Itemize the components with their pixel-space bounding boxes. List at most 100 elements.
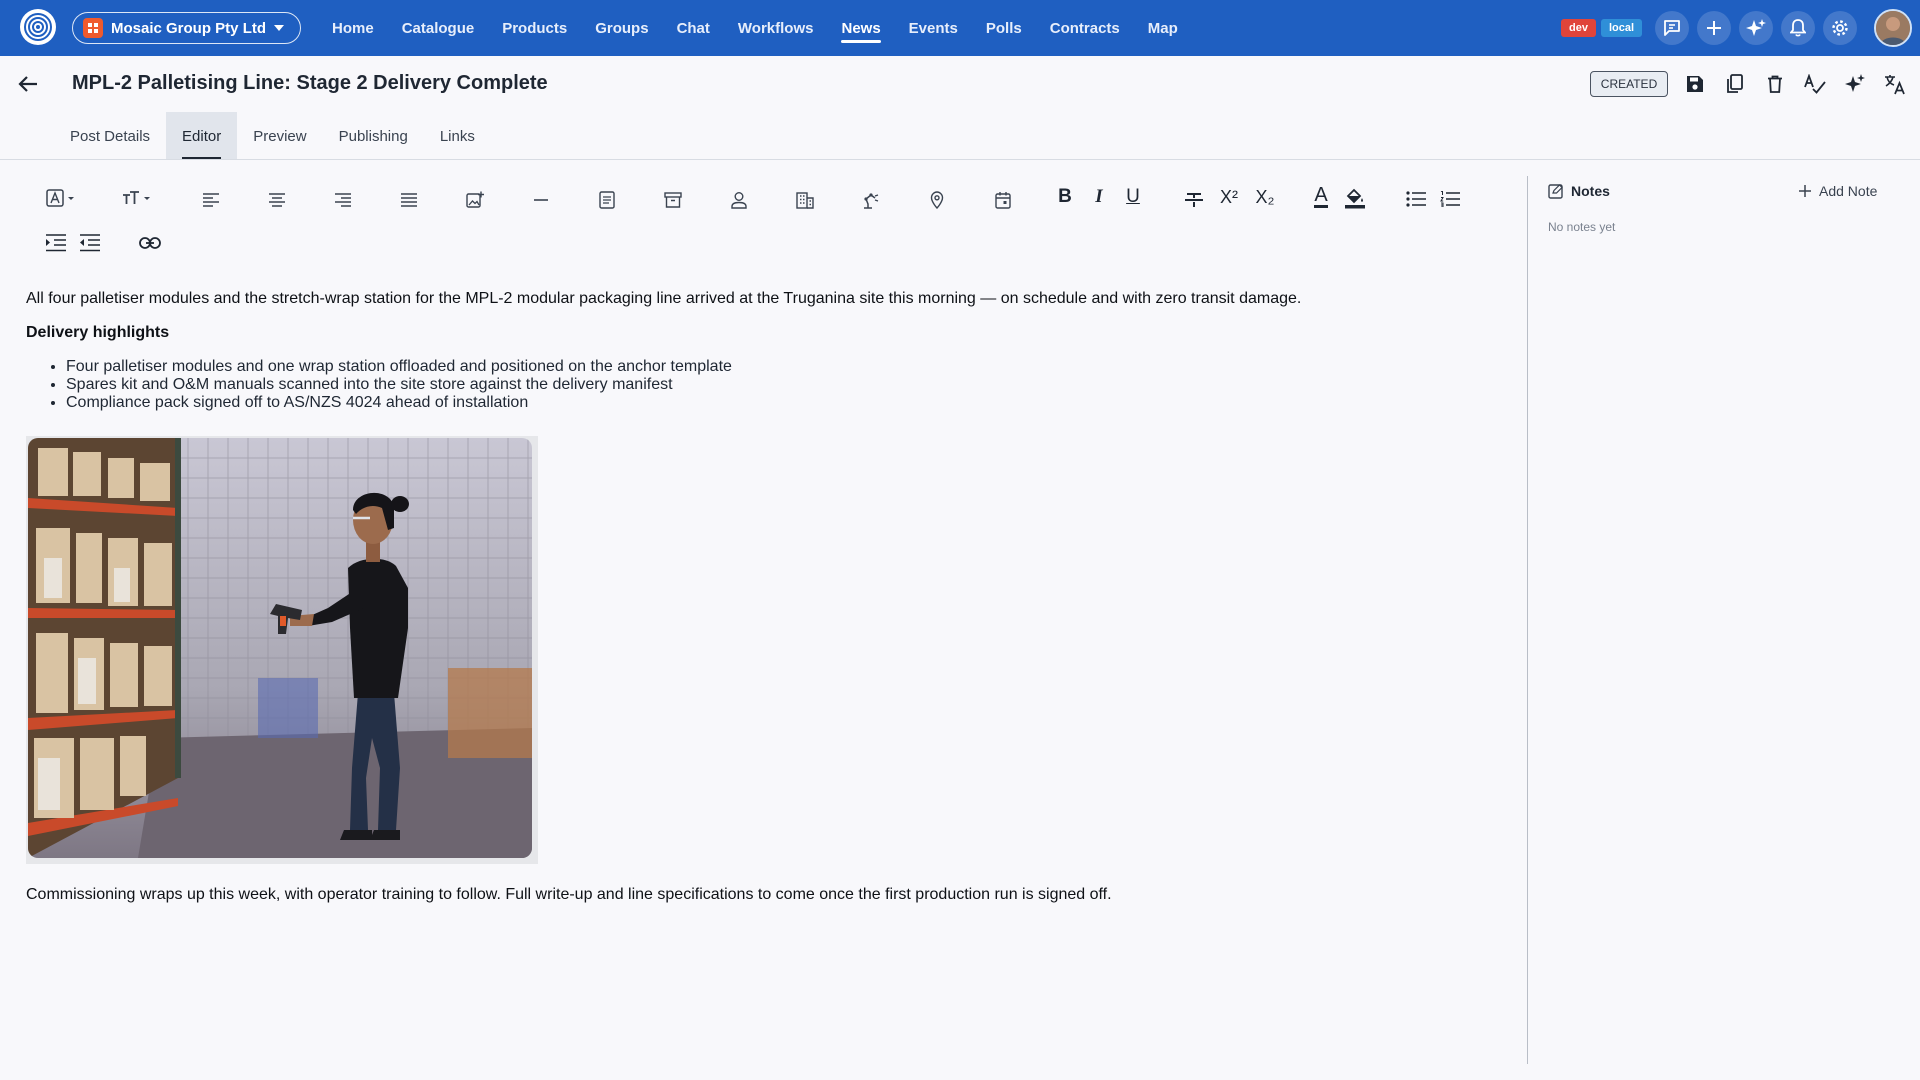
notes-empty-text: No notes yet [1548, 220, 1616, 234]
nav-map[interactable]: Map [1134, 0, 1192, 56]
underline-button[interactable]: U [1118, 182, 1148, 212]
tab-editor[interactable]: Editor [166, 112, 238, 160]
list-item: Spares kit and O&M manuals scanned into … [66, 376, 732, 394]
nav-groups[interactable]: Groups [581, 0, 662, 56]
align-left-button[interactable] [196, 185, 226, 215]
calendar-icon [995, 192, 1011, 209]
insert-document-button[interactable] [592, 185, 622, 215]
ai-assistant-button[interactable] [1739, 11, 1773, 45]
superscript-button[interactable]: X² [1214, 182, 1244, 212]
ai-assist-button[interactable] [1842, 71, 1868, 97]
top-nav-bar: Mosaic Group Pty Ltd Home Catalogue Prod… [0, 0, 1920, 56]
ai-sparkle-icon [1845, 74, 1865, 92]
embedded-image-block[interactable] [26, 436, 538, 864]
nav-products[interactable]: Products [488, 0, 581, 56]
italic-button[interactable]: I [1084, 182, 1114, 212]
indent-button[interactable] [41, 228, 71, 258]
create-button[interactable] [1697, 11, 1731, 45]
bullet-list-button[interactable] [1401, 184, 1431, 214]
align-center-icon [269, 193, 285, 207]
add-image-icon [466, 191, 484, 208]
paint-bucket-icon [1345, 188, 1365, 209]
section-heading[interactable]: Delivery highlights [26, 324, 169, 342]
align-left-icon [203, 193, 219, 207]
notes-title: Notes [1571, 183, 1610, 199]
duplicate-icon [1727, 74, 1743, 93]
tab-preview[interactable]: Preview [237, 112, 322, 160]
insert-image-button[interactable] [460, 185, 490, 215]
document-icon [599, 191, 615, 209]
insert-person-button[interactable] [724, 185, 754, 215]
text-style-dropdown[interactable] [44, 183, 78, 213]
insert-product-button[interactable] [658, 185, 688, 215]
page-title: MPL-2 Palletising Line: Stage 2 Delivery… [72, 72, 548, 94]
spellcheck-button[interactable] [1802, 71, 1828, 97]
back-button[interactable] [14, 70, 42, 98]
nav-workflows[interactable]: Workflows [724, 0, 828, 56]
nav-polls[interactable]: Polls [972, 0, 1036, 56]
nav-catalogue[interactable]: Catalogue [388, 0, 489, 56]
save-icon [1687, 76, 1703, 92]
horizontal-rule-icon [534, 199, 548, 201]
tab-publishing[interactable]: Publishing [323, 112, 424, 160]
insert-location-button[interactable] [922, 185, 952, 215]
spellcheck-icon [1804, 74, 1826, 94]
app-logo[interactable] [20, 9, 56, 45]
list-item: Four palletiser modules and one wrap sta… [66, 358, 732, 376]
body-paragraph-outro[interactable]: Commissioning wraps up this week, with o… [26, 886, 1112, 904]
org-switcher[interactable]: Mosaic Group Pty Ltd [72, 12, 302, 44]
highlight-color-button[interactable] [1340, 183, 1370, 213]
justify-button[interactable] [394, 185, 424, 215]
text-color-button[interactable]: A [1306, 181, 1336, 211]
insert-company-button[interactable] [790, 185, 820, 215]
insert-event-button[interactable] [988, 185, 1018, 215]
map-pin-icon [930, 191, 944, 209]
warehouse-photo [28, 438, 532, 858]
horizontal-rule-button[interactable] [526, 185, 556, 215]
subscript-button[interactable]: X₂ [1250, 182, 1280, 212]
user-avatar[interactable] [1874, 9, 1912, 47]
delete-button[interactable] [1762, 71, 1788, 97]
avatar-image [1876, 11, 1910, 45]
insert-link-button[interactable] [135, 228, 165, 258]
notes-icon [1548, 184, 1563, 199]
ai-sparkle-icon [1746, 19, 1766, 36]
chevron-down-icon [274, 25, 285, 31]
plus-icon [1799, 185, 1811, 197]
add-note-label: Add Note [1819, 183, 1878, 199]
outdent-button[interactable] [75, 228, 105, 258]
add-note-button[interactable]: Add Note [1799, 183, 1877, 199]
nav-events[interactable]: Events [895, 0, 972, 56]
tab-links[interactable]: Links [424, 112, 491, 160]
font-size-dropdown[interactable] [120, 183, 154, 213]
feedback-icon [1664, 20, 1680, 36]
insert-machine-button[interactable] [856, 185, 886, 215]
feedback-button[interactable] [1655, 11, 1689, 45]
tabs-divider [0, 159, 1920, 160]
translate-button[interactable] [1882, 71, 1908, 97]
notifications-button[interactable] [1781, 11, 1815, 45]
numbered-list-icon [1440, 191, 1460, 207]
strikethrough-button[interactable] [1179, 185, 1209, 215]
tab-post-details[interactable]: Post Details [54, 112, 166, 160]
align-center-button[interactable] [262, 185, 292, 215]
nav-chat[interactable]: Chat [663, 0, 724, 56]
gear-icon [1832, 20, 1848, 36]
body-paragraph-intro[interactable]: All four palletiser modules and the stre… [26, 290, 1301, 308]
duplicate-button[interactable] [1722, 71, 1748, 97]
env-badge-dev: dev [1561, 19, 1596, 37]
nav-contracts[interactable]: Contracts [1036, 0, 1134, 56]
archive-box-icon [664, 192, 682, 208]
save-button[interactable] [1682, 71, 1708, 97]
justify-icon [401, 193, 417, 207]
numbered-list-button[interactable] [1435, 184, 1465, 214]
bold-button[interactable]: B [1050, 182, 1080, 212]
strikethrough-icon [1185, 193, 1203, 207]
notes-panel-divider [1527, 176, 1528, 1064]
align-right-button[interactable] [328, 185, 358, 215]
highlights-list[interactable]: Four palletiser modules and one wrap sta… [44, 358, 732, 412]
nav-news[interactable]: News [827, 0, 894, 56]
building-icon [796, 192, 814, 209]
settings-button[interactable] [1823, 11, 1857, 45]
nav-home[interactable]: Home [318, 0, 388, 56]
